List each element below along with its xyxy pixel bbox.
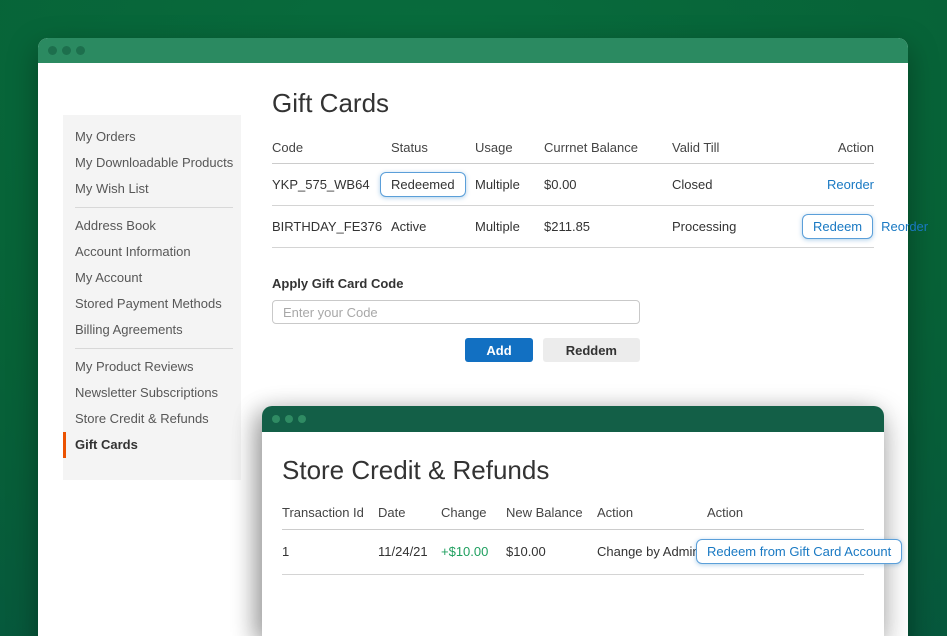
column-header-transaction-id: Transaction Id xyxy=(282,505,378,520)
change-value: +$10.00 xyxy=(441,544,506,559)
column-header-change: Change xyxy=(441,505,506,520)
gift-card-table-header: Code Status Usage Currnet Balance Valid … xyxy=(272,140,874,164)
table-row: BIRTHDAY_FE376 Active Multiple $211.85 P… xyxy=(272,206,874,248)
gift-card-code: YKP_575_WB64 xyxy=(272,177,391,192)
column-header-current-balance: Currnet Balance xyxy=(544,140,672,155)
sidebar-item-my-account[interactable]: My Account xyxy=(63,265,241,291)
sidebar-item-store-credit-refunds[interactable]: Store Credit & Refunds xyxy=(63,406,241,432)
gift-cards-window-titlebar xyxy=(38,38,908,63)
date-value: 11/24/21 xyxy=(378,544,441,559)
sidebar-item-newsletter-subscriptions[interactable]: Newsletter Subscriptions xyxy=(63,380,241,406)
sidebar-item-gift-cards[interactable]: Gift Cards xyxy=(63,432,241,458)
sidebar-item-my-orders[interactable]: My Orders xyxy=(63,124,241,150)
table-row: YKP_575_WB64 Redeemed Multiple $0.00 Clo… xyxy=(272,164,874,206)
reddem-button[interactable]: Reddem xyxy=(543,338,640,362)
window-control-dot[interactable] xyxy=(285,415,293,423)
status-value: Active xyxy=(391,219,475,234)
table-row: 1 11/24/21 +$10.00 $10.00 Change by Admi… xyxy=(282,530,864,575)
sidebar-divider xyxy=(75,348,233,349)
gift-card-code: BIRTHDAY_FE376 xyxy=(272,219,391,234)
column-header-date: Date xyxy=(378,505,441,520)
sidebar-item-stored-payment-methods[interactable]: Stored Payment Methods xyxy=(63,291,241,317)
valid-till-value: Processing xyxy=(672,219,802,234)
store-credit-window: Store Credit & Refunds Transaction Id Da… xyxy=(262,406,884,636)
window-control-dot[interactable] xyxy=(48,46,57,55)
sidebar-item-billing-agreements[interactable]: Billing Agreements xyxy=(63,317,241,343)
column-header-code: Code xyxy=(272,140,391,155)
balance-value: $0.00 xyxy=(544,177,672,192)
valid-till-value: Closed xyxy=(672,177,802,192)
add-button[interactable]: Add xyxy=(465,338,532,362)
apply-gift-card-section: Apply Gift Card Code Add Reddem xyxy=(272,276,640,362)
sidebar-item-my-product-reviews[interactable]: My Product Reviews xyxy=(63,354,241,380)
column-header-action: Action xyxy=(597,505,707,520)
column-header-usage: Usage xyxy=(475,140,544,155)
account-sidebar: My Orders My Downloadable Products My Wi… xyxy=(63,115,241,480)
apply-gift-card-label: Apply Gift Card Code xyxy=(272,276,640,291)
column-header-new-balance: New Balance xyxy=(506,505,597,520)
status-redeemed-button[interactable]: Redeemed xyxy=(380,172,466,197)
desktop-background: My Orders My Downloadable Products My Wi… xyxy=(0,0,947,636)
window-control-dot[interactable] xyxy=(298,415,306,423)
apply-buttons-row: Add Reddem xyxy=(272,338,640,362)
window-control-dot[interactable] xyxy=(62,46,71,55)
store-credit-table-header: Transaction Id Date Change New Balance A… xyxy=(282,505,864,530)
sidebar-menu: My Orders My Downloadable Products My Wi… xyxy=(63,124,241,458)
usage-value: Multiple xyxy=(475,219,544,234)
window-control-dot[interactable] xyxy=(76,46,85,55)
redeem-from-gift-card-account-button[interactable]: Redeem from Gift Card Account xyxy=(696,539,902,564)
reorder-link[interactable]: Reorder xyxy=(881,219,928,234)
column-header-status: Status xyxy=(391,140,475,155)
sidebar-item-address-book[interactable]: Address Book xyxy=(63,213,241,239)
gift-cards-main: Gift Cards Code Status Usage Currnet Bal… xyxy=(272,88,874,362)
action-value: Change by Admin xyxy=(597,544,707,559)
window-control-dot[interactable] xyxy=(272,415,280,423)
reorder-link[interactable]: Reorder xyxy=(827,177,874,192)
store-credit-title: Store Credit & Refunds xyxy=(282,455,864,485)
column-header-action: Action xyxy=(802,140,874,155)
gift-card-code-input[interactable] xyxy=(272,300,640,324)
column-header-action: Action xyxy=(707,505,864,520)
page-title: Gift Cards xyxy=(272,88,874,118)
sidebar-item-my-wish-list[interactable]: My Wish List xyxy=(63,176,241,202)
column-header-valid-till: Valid Till xyxy=(672,140,802,155)
sidebar-divider xyxy=(75,207,233,208)
store-credit-window-titlebar xyxy=(262,406,884,432)
redeem-button[interactable]: Redeem xyxy=(802,214,873,239)
usage-value: Multiple xyxy=(475,177,544,192)
sidebar-item-my-downloadable-products[interactable]: My Downloadable Products xyxy=(63,150,241,176)
balance-value: $211.85 xyxy=(544,219,672,234)
transaction-id-value: 1 xyxy=(282,544,378,559)
sidebar-item-account-information[interactable]: Account Information xyxy=(63,239,241,265)
new-balance-value: $10.00 xyxy=(506,544,597,559)
